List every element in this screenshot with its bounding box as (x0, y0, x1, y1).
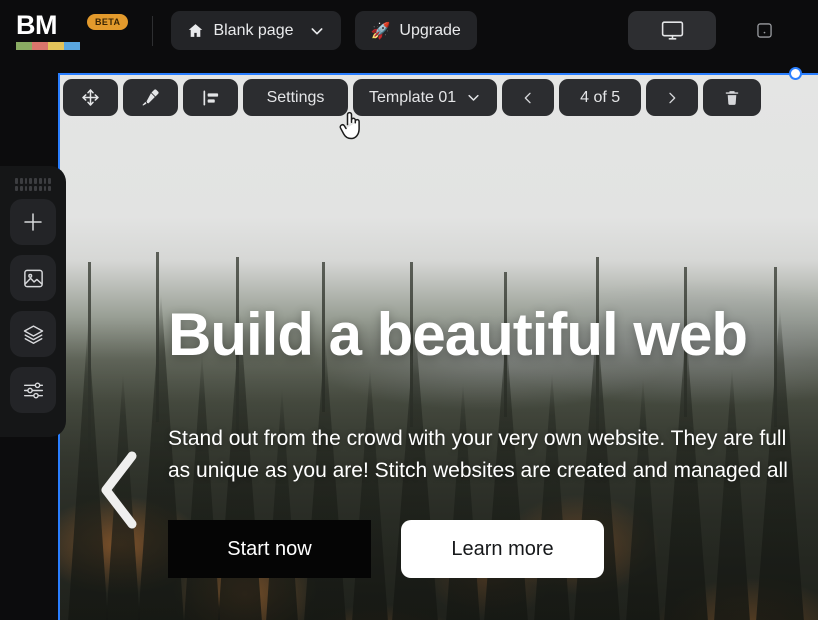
move-button[interactable] (63, 79, 118, 116)
align-left-icon (201, 88, 221, 108)
template-prev-button[interactable] (502, 79, 555, 116)
tool-rail (0, 166, 66, 437)
template-selector-button[interactable]: Template 01 (353, 79, 498, 116)
delete-button[interactable] (703, 79, 762, 116)
template-label: Template 01 (369, 88, 457, 106)
brand-mark: BM (16, 11, 80, 50)
trash-icon (723, 89, 741, 107)
rail-add-button[interactable] (10, 199, 56, 245)
page-canvas[interactable]: Build a beautiful web Stand out from the… (58, 73, 818, 620)
upgrade-label: Upgrade (399, 21, 461, 39)
header-divider (152, 15, 154, 46)
layers-icon (22, 323, 45, 346)
monitor-icon (660, 18, 685, 43)
brand-text: BM (16, 10, 58, 40)
hero-subtitle: Stand out from the crowd with your very … (168, 423, 818, 487)
element-toolbar: Settings Template 01 4 of 5 (63, 79, 762, 116)
upgrade-button[interactable]: 🚀 Upgrade (354, 11, 477, 50)
device-mobile-button[interactable] (720, 11, 808, 50)
hero-section[interactable]: Build a beautiful web Stand out from the… (60, 75, 818, 620)
template-counter: 4 of 5 (559, 79, 642, 116)
stripe-2 (32, 42, 48, 50)
device-preview-group (628, 11, 808, 50)
chevron-down-icon (466, 90, 481, 105)
brand-logo[interactable]: BM BETA (0, 11, 129, 50)
stripe-3 (48, 42, 64, 50)
beta-badge: BETA (87, 14, 129, 30)
add-icon (21, 210, 45, 234)
rail-media-button[interactable] (10, 255, 56, 301)
hero-subtitle-line-1: Stand out from the crowd with your very … (168, 426, 787, 450)
move-icon (81, 88, 100, 107)
template-next-button[interactable] (646, 79, 699, 116)
hero-actions: Start now Learn more (168, 520, 818, 579)
home-icon (187, 22, 204, 39)
hero-content: Build a beautiful web Stand out from the… (168, 301, 818, 579)
sliders-icon (22, 379, 45, 402)
rail-settings-button[interactable] (10, 367, 56, 413)
mobile-icon (754, 20, 775, 41)
chevron-left-icon (94, 448, 144, 532)
settings-button[interactable]: Settings (243, 79, 348, 116)
top-header: BM BETA Blank page 🚀 Upgrade (0, 0, 818, 61)
app-root: BM BETA Blank page 🚀 Upgrade Build a bea… (0, 0, 818, 620)
rocket-icon: 🚀 (370, 22, 391, 40)
device-desktop-button[interactable] (628, 11, 716, 50)
template-counter-label: 4 of 5 (580, 88, 621, 106)
paint-button[interactable] (123, 79, 178, 116)
image-icon (22, 267, 45, 290)
chevron-down-icon (309, 23, 325, 39)
page-selector-label: Blank page (213, 21, 294, 39)
carousel-prev-button[interactable] (92, 445, 146, 535)
hero-title: Build a beautiful web (168, 301, 748, 368)
start-now-button[interactable]: Start now (168, 520, 371, 579)
paint-roller-icon (141, 88, 160, 107)
settings-label: Settings (266, 88, 325, 106)
stripe-1 (16, 42, 32, 50)
resize-handle-top-right[interactable] (789, 67, 802, 80)
rail-layers-button[interactable] (10, 311, 56, 357)
stripe-4 (64, 42, 80, 50)
chevron-left-icon (520, 90, 536, 106)
drag-dots-handle[interactable] (15, 178, 51, 191)
align-button[interactable] (183, 79, 238, 116)
brand-color-stripe (16, 42, 80, 50)
hero-subtitle-line-2: as unique as you are! Stitch websites ar… (168, 458, 788, 482)
page-selector-button[interactable]: Blank page (171, 11, 341, 50)
learn-more-button[interactable]: Learn more (401, 520, 604, 579)
chevron-right-icon (664, 90, 680, 106)
